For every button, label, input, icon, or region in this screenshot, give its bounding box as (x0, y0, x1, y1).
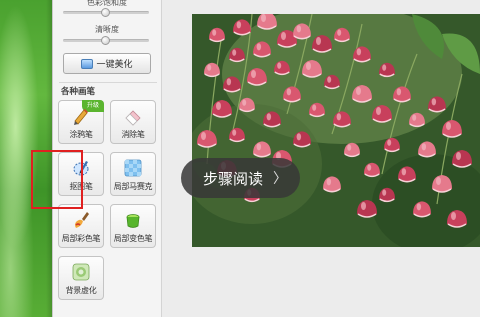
blur-icon (71, 262, 91, 282)
tool-label: 消除笔 (121, 130, 145, 139)
photo-preview (192, 14, 480, 247)
tool-local-color-pen[interactable]: 局部彩色笔 (58, 204, 104, 248)
graffiti-pen-icon (71, 106, 91, 126)
paint-bucket-icon (123, 210, 143, 230)
sharpness-slider[interactable] (63, 36, 149, 45)
chevron-right-icon: 〉 (273, 171, 288, 187)
one-click-beautify-button[interactable]: 一键美化 (63, 53, 151, 74)
section-divider (59, 82, 157, 83)
image-icon (81, 58, 94, 69)
brush-section-title: 各种画笔 (61, 87, 96, 97)
tool-graffiti-pen[interactable]: 升级 涂鸦笔 (58, 100, 104, 144)
eraser-icon (123, 106, 143, 126)
saturation-slider-knob[interactable] (101, 8, 110, 17)
annotation-highlight-box (31, 150, 83, 209)
step-reading-button[interactable]: 步骤阅读 〉 (181, 158, 300, 198)
tool-label: 局部变色笔 (113, 234, 153, 243)
sharpness-slider-knob[interactable] (101, 36, 110, 45)
mosaic-icon (123, 158, 143, 178)
sharpness-label: 清晰度 (95, 25, 119, 34)
saturation-slider[interactable] (63, 8, 149, 17)
tool-label: 背景虚化 (65, 286, 97, 295)
color-brush-icon (71, 210, 91, 230)
tool-label: 涂鸦笔 (69, 130, 93, 139)
tool-mosaic-pen[interactable]: 局部马赛克 (110, 152, 156, 196)
beautify-button-label: 一键美化 (96, 60, 133, 70)
step-reading-label: 步骤阅读 (203, 169, 264, 188)
tool-eraser-pen[interactable]: 消除笔 (110, 100, 156, 144)
flower-photo (192, 14, 480, 247)
tool-label: 局部马赛克 (113, 182, 153, 191)
saturation-label: 色彩饱和度 (87, 0, 127, 7)
tool-label: 局部彩色笔 (61, 234, 101, 243)
tool-background-blur[interactable]: 背景虚化 (58, 256, 104, 300)
tool-local-discolor-pen[interactable]: 局部变色笔 (110, 204, 156, 248)
